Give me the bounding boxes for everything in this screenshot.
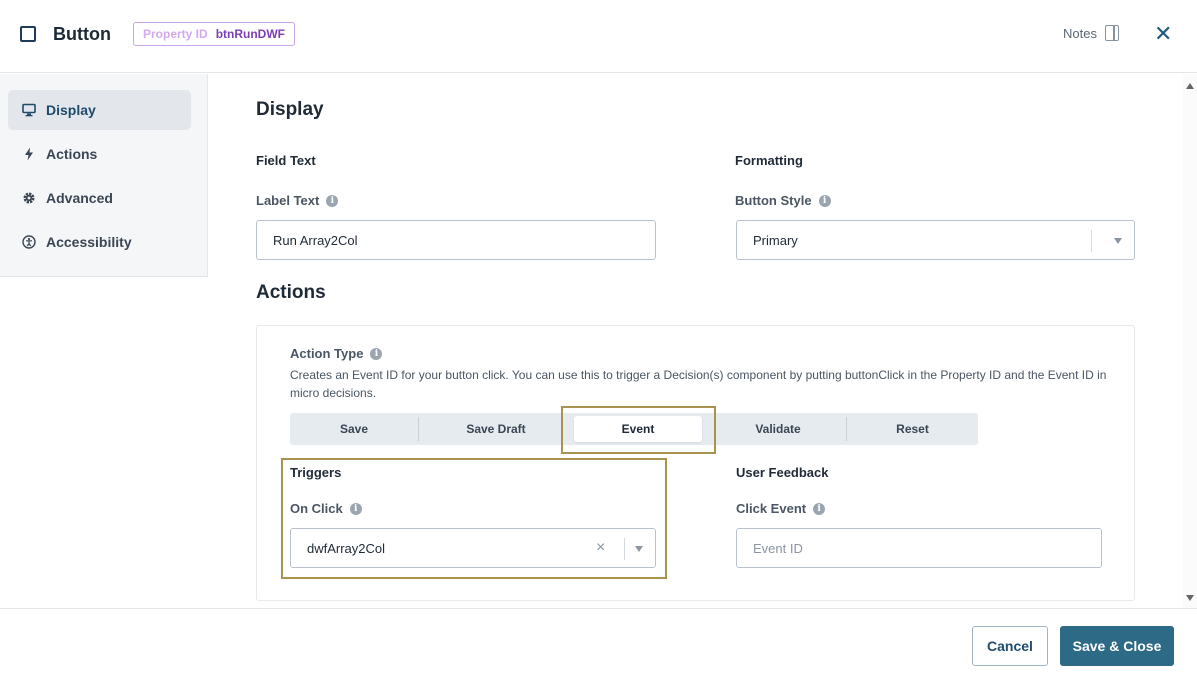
info-icon[interactable]: i <box>326 194 339 207</box>
button-style-value: Primary <box>753 232 798 248</box>
notes-toggle[interactable]: Notes <box>1063 25 1119 41</box>
click-event-label-text: Click Event <box>736 501 807 516</box>
action-type-label-text: Action Type <box>290 346 364 361</box>
monitor-icon <box>22 103 36 117</box>
label-text-label: Label Text i <box>256 193 339 208</box>
action-type-save-draft[interactable]: Save Draft <box>419 413 573 445</box>
button-style-label: Button Style i <box>735 193 831 208</box>
field-text-heading: Field Text <box>256 153 316 168</box>
cancel-button[interactable]: Cancel <box>972 626 1048 666</box>
property-id-label: Property ID <box>143 27 208 41</box>
sidebar-item-label: Advanced <box>46 190 113 206</box>
save-close-button[interactable]: Save & Close <box>1060 626 1174 666</box>
property-id-value: btnRunDWF <box>215 27 285 41</box>
button-style-label-text: Button Style <box>735 193 812 208</box>
modal-header: Button Property ID btnRunDWF Notes ✕ <box>0 0 1197 73</box>
label-text-input[interactable]: Run Array2Col <box>256 220 656 260</box>
sidebar-item-display[interactable]: Display <box>8 90 191 130</box>
label-text-value: Run Array2Col <box>273 232 358 248</box>
gear-icon <box>22 191 36 205</box>
component-checkbox-icon <box>20 26 36 42</box>
panel-icon <box>1104 25 1119 41</box>
accessibility-icon <box>22 235 36 249</box>
sidebar-item-label: Actions <box>46 146 98 162</box>
chevron-down-icon[interactable] <box>1114 238 1122 244</box>
action-type-save[interactable]: Save <box>290 413 418 445</box>
sidebar-item-actions[interactable]: Actions <box>8 134 191 174</box>
info-icon[interactable]: i <box>813 502 826 515</box>
sidebar-item-advanced[interactable]: Advanced <box>8 178 191 218</box>
action-type-description: Creates an Event ID for your button clic… <box>290 368 1107 400</box>
info-icon[interactable]: i <box>370 347 383 360</box>
scroll-down-icon[interactable] <box>1186 595 1194 601</box>
main-panel: Display Field Text Label Text i Run Arra… <box>208 74 1183 608</box>
event-highlight-box <box>561 406 716 454</box>
modal-footer: Cancel Save & Close <box>0 608 1197 675</box>
triggers-highlight-box <box>281 458 667 579</box>
lightning-icon <box>22 147 36 161</box>
sidebar-item-label: Accessibility <box>46 234 132 250</box>
sidebar-item-label: Display <box>46 102 96 118</box>
scrollbar[interactable] <box>1183 74 1197 608</box>
click-event-placeholder: Event ID <box>753 540 803 556</box>
property-id-badge[interactable]: Property ID btnRunDWF <box>133 22 295 46</box>
click-event-input[interactable]: Event ID <box>736 528 1102 568</box>
user-feedback-heading: User Feedback <box>736 465 829 480</box>
sidebar: Display Actions Advanced Accessibility <box>0 74 208 277</box>
button-style-select[interactable]: Primary <box>736 220 1135 260</box>
click-event-label: Click Event i <box>736 501 826 516</box>
action-type-validate[interactable]: Validate <box>710 413 846 445</box>
formatting-heading: Formatting <box>735 153 803 168</box>
info-icon[interactable]: i <box>818 194 831 207</box>
select-divider <box>1091 230 1092 252</box>
label-text-label-text: Label Text <box>256 193 320 208</box>
notes-label: Notes <box>1063 25 1097 41</box>
component-title: Button <box>53 24 111 44</box>
scroll-up-icon[interactable] <box>1186 83 1194 89</box>
action-type-label: Action Type i <box>290 346 383 361</box>
actions-heading: Actions <box>256 282 326 303</box>
sidebar-item-accessibility[interactable]: Accessibility <box>8 222 191 262</box>
display-heading: Display <box>256 99 324 120</box>
action-type-reset[interactable]: Reset <box>847 413 978 445</box>
close-icon[interactable]: ✕ <box>1154 22 1172 46</box>
actions-card: Action Type i Creates an Event ID for yo… <box>256 325 1135 601</box>
